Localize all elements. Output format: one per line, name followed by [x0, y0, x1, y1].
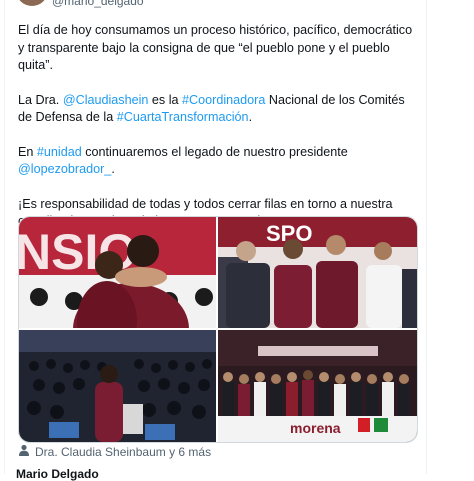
hashtag-link[interactable]: #CuartaTransformación: [117, 110, 249, 124]
mention-link[interactable]: @Claudiashein: [63, 93, 149, 107]
banner-text: morena: [290, 420, 341, 436]
photo-group[interactable]: morena: [218, 330, 417, 442]
tweet-paragraph: La Dra. @Claudiashein es la #Coordinador…: [18, 92, 420, 127]
text-span: .: [111, 162, 115, 176]
text-span: En: [18, 144, 37, 159]
avatar[interactable]: [16, 0, 48, 6]
mention-link[interactable]: @lopezobrador_: [18, 162, 111, 176]
photo-stage[interactable]: SPO: [218, 217, 417, 328]
text-span: La Dra.: [18, 92, 63, 107]
timeline-right-border: [426, 0, 427, 474]
photo-audience[interactable]: [19, 330, 216, 442]
tagged-people[interactable]: Dra. Claudia Sheinbaum y 6 más: [18, 444, 211, 459]
tagged-label: Dra. Claudia Sheinbaum y 6 más: [35, 444, 212, 459]
hashtag-link[interactable]: #Coordinadora: [182, 93, 265, 107]
person-icon: [18, 444, 30, 459]
author-handle[interactable]: @mario_delgado: [52, 0, 144, 8]
text-span: continuaremos el legado de nuestro presi…: [81, 144, 348, 159]
tweet-body: El día de hoy consumamos un proceso hist…: [18, 22, 420, 248]
photo-hug[interactable]: NSIO: [19, 217, 216, 328]
text-span: .: [248, 110, 253, 124]
tweet-paragraph: En #unidad continuaremos el legado de nu…: [18, 144, 420, 179]
timeline-left-border: [4, 0, 5, 474]
text-span: es la: [148, 92, 183, 107]
media-grid: NSIO SPO morena: [18, 216, 418, 443]
next-tweet-author[interactable]: Mario Delgado: [16, 467, 99, 481]
hashtag-link[interactable]: #unidad: [37, 145, 82, 159]
tweet-paragraph: El día de hoy consumamos un proceso hist…: [18, 23, 413, 72]
